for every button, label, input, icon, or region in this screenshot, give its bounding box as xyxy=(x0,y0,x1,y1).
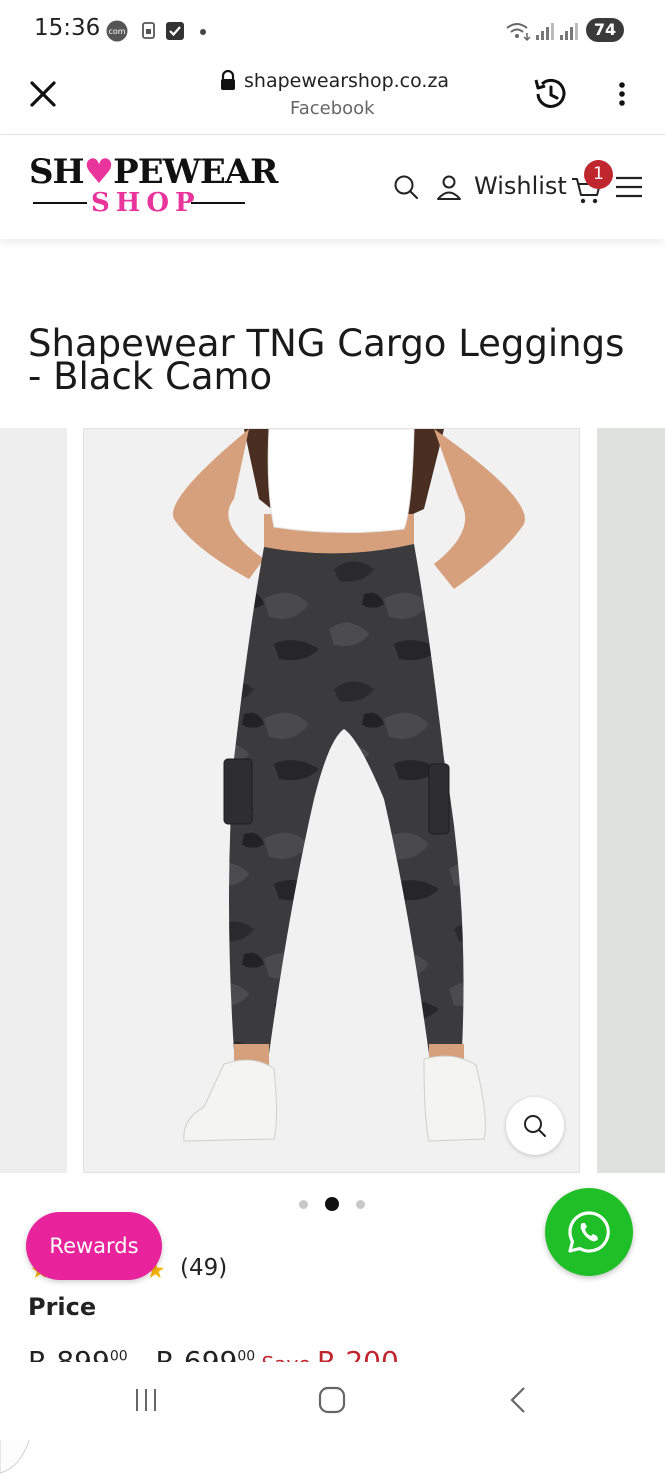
referrer-text: Facebook xyxy=(290,98,375,119)
carousel-next-slide[interactable] xyxy=(597,428,665,1173)
search-icon[interactable] xyxy=(393,174,419,200)
close-icon[interactable] xyxy=(28,79,58,109)
product-image-main[interactable] xyxy=(83,428,580,1173)
com-icon: com xyxy=(106,20,128,42)
whatsapp-icon xyxy=(568,1211,610,1253)
zoom-button[interactable] xyxy=(506,1097,564,1155)
price-sale-cents: 00 xyxy=(237,1348,256,1363)
history-icon[interactable] xyxy=(530,74,570,114)
wifi-icon xyxy=(506,23,531,42)
status-time: 15:36 xyxy=(34,15,101,41)
dot-icon xyxy=(200,29,206,35)
logo-heart: ♥ xyxy=(83,152,115,192)
home-icon[interactable] xyxy=(318,1386,346,1414)
product-photo xyxy=(172,429,525,1142)
url-text[interactable]: shapewearshop.co.za xyxy=(244,70,449,92)
price-original: R 899 xyxy=(28,1345,110,1363)
hamburger-menu-icon[interactable] xyxy=(615,176,643,198)
lock-icon xyxy=(221,70,235,90)
carousel-dot[interactable] xyxy=(299,1200,308,1209)
svg-text:com: com xyxy=(108,27,125,36)
signal-icon-2 xyxy=(560,23,578,40)
back-icon[interactable] xyxy=(506,1386,530,1414)
price-label: Price xyxy=(28,1293,97,1321)
system-nav-bar xyxy=(0,1362,665,1440)
more-menu-icon[interactable] xyxy=(612,80,632,110)
review-count[interactable]: (49) xyxy=(180,1255,227,1281)
logo-part-2: PEWEAR xyxy=(113,152,278,192)
price-row: R 89900 - R 69900 Save R 200 xyxy=(28,1345,428,1363)
carousel-dot-active[interactable] xyxy=(325,1197,339,1211)
cart-count-badge: 1 xyxy=(584,160,613,189)
logo-part-1: SH xyxy=(29,152,85,192)
logo-line-right xyxy=(191,202,245,204)
recent-apps-icon[interactable] xyxy=(132,1386,160,1414)
product-title: Shapewear TNG Cargo Leggings - Black Cam… xyxy=(28,322,625,398)
carousel-dot[interactable] xyxy=(356,1200,365,1209)
signal-icon xyxy=(536,23,554,40)
price-sale: - R 699 xyxy=(127,1345,238,1363)
logo-subtitle: SHOP xyxy=(33,188,245,218)
account-icon[interactable] xyxy=(436,174,462,200)
save-amount: R 200 xyxy=(316,1345,399,1363)
price-original-cents: 00 xyxy=(109,1348,128,1363)
logo-shop-text: SHOP xyxy=(91,188,201,218)
rewards-button[interactable]: Rewards xyxy=(26,1212,162,1280)
carousel-prev-slide[interactable] xyxy=(0,428,67,1474)
logo[interactable]: SH♥PEWEAR xyxy=(29,152,278,192)
sim-icon xyxy=(142,22,155,39)
wishlist-link[interactable]: Wishlist xyxy=(474,172,567,200)
battery-indicator: 74 xyxy=(586,18,624,42)
logo-line-left xyxy=(33,202,87,204)
zoom-search-icon xyxy=(524,1115,546,1137)
checkbox-icon xyxy=(166,22,184,40)
whatsapp-button[interactable] xyxy=(545,1188,633,1276)
